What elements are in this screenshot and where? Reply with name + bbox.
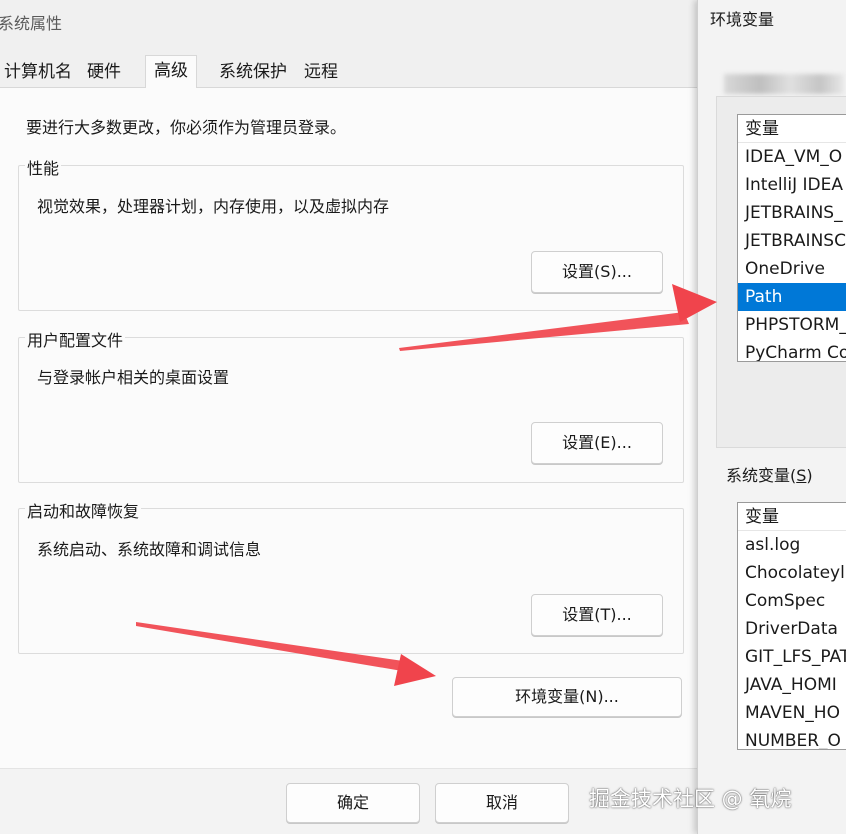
list-item[interactable]: PyCharm Co bbox=[738, 339, 846, 361]
startup-recovery-group: 启动和故障恢复 系统启动、系统故障和调试信息 设置(T)... bbox=[18, 498, 684, 654]
system-variables-label-text: 系统变量( bbox=[726, 466, 797, 485]
env-window-title: 环境变量 bbox=[710, 10, 775, 29]
tab-advanced[interactable]: 高级 bbox=[145, 55, 197, 89]
tab-remote[interactable]: 远程 bbox=[300, 58, 342, 88]
environment-variables-button[interactable]: 环境变量(N)... bbox=[452, 677, 682, 717]
system-variables-label-end: ) bbox=[806, 466, 813, 485]
user-profiles-description: 与登录帐户相关的桌面设置 bbox=[37, 368, 230, 387]
system-properties-window: 系统属性 计算机名 硬件 高级 系统保护 远程 要进行大多数更改，你必须作为管理… bbox=[0, 0, 700, 834]
list-item[interactable]: Chocolateyl bbox=[738, 559, 846, 587]
list-item[interactable]: OneDrive bbox=[738, 255, 846, 283]
performance-description: 视觉效果，处理器计划，内存使用，以及虚拟内存 bbox=[37, 197, 390, 216]
list-item[interactable]: ComSpec bbox=[738, 587, 846, 615]
list-item[interactable]: JETBRAINS_ bbox=[738, 199, 846, 227]
cancel-button[interactable]: 取消 bbox=[435, 783, 569, 823]
admin-note: 要进行大多数更改，你必须作为管理员登录。 bbox=[26, 118, 347, 137]
watermark: 掘金技术社区 @ 氧烷 bbox=[589, 787, 792, 811]
list-column-header[interactable]: 变量 bbox=[738, 115, 846, 143]
system-variables-label: 系统变量(S) bbox=[726, 462, 813, 486]
startup-recovery-settings-button[interactable]: 设置(T)... bbox=[531, 594, 663, 636]
list-item[interactable]: asl.log bbox=[738, 531, 846, 559]
list-item[interactable]: IDEA_VM_O bbox=[738, 143, 846, 171]
performance-settings-button[interactable]: 设置(S)... bbox=[531, 251, 663, 293]
list-item[interactable]: IntelliJ IDEA bbox=[738, 171, 846, 199]
tab-system-protection[interactable]: 系统保护 bbox=[215, 58, 291, 88]
user-variables-list[interactable]: 变量 IDEA_VM_O IntelliJ IDEA JETBRAINS_ JE… bbox=[737, 114, 846, 362]
list-item[interactable]: MAVEN_HO bbox=[738, 699, 846, 727]
list-item[interactable]: GIT_LFS_PAT bbox=[738, 643, 846, 671]
list-item[interactable]: NUMBER_O bbox=[738, 727, 846, 749]
tab-bar: 计算机名 硬件 高级 系统保护 远程 bbox=[0, 55, 700, 89]
window-title: 系统属性 bbox=[0, 14, 63, 33]
list-item[interactable]: JAVA_HOMI bbox=[738, 671, 846, 699]
list-item-selected[interactable]: Path bbox=[738, 283, 846, 311]
performance-title: 性能 bbox=[25, 155, 62, 179]
user-profiles-group: 用户配置文件 与登录帐户相关的桌面设置 设置(E)... bbox=[18, 327, 684, 483]
tab-hardware[interactable]: 硬件 bbox=[83, 58, 125, 88]
performance-group: 性能 视觉效果，处理器计划，内存使用，以及虚拟内存 设置(S)... bbox=[18, 155, 684, 311]
system-variables-accesskey: S bbox=[796, 466, 807, 485]
startup-recovery-title: 启动和故障恢复 bbox=[25, 498, 142, 522]
tab-computer-name[interactable]: 计算机名 bbox=[0, 58, 76, 88]
list-item[interactable]: DriverData bbox=[738, 615, 846, 643]
list-item[interactable]: JETBRAINSC bbox=[738, 227, 846, 255]
user-profiles-title: 用户配置文件 bbox=[25, 327, 126, 351]
blurred-user-vars-label bbox=[724, 74, 844, 94]
system-variables-list[interactable]: 变量 asl.log Chocolateyl ComSpec DriverDat… bbox=[737, 502, 846, 750]
list-column-header[interactable]: 变量 bbox=[738, 503, 846, 531]
startup-recovery-description: 系统启动、系统故障和调试信息 bbox=[37, 540, 262, 559]
user-profiles-settings-button[interactable]: 设置(E)... bbox=[531, 422, 663, 464]
environment-variables-window: 环境变量 变量 IDEA_VM_O IntelliJ IDEA JETBRAIN… bbox=[697, 0, 846, 834]
ok-button[interactable]: 确定 bbox=[286, 783, 420, 823]
list-item[interactable]: PHPSTORM_ bbox=[738, 311, 846, 339]
